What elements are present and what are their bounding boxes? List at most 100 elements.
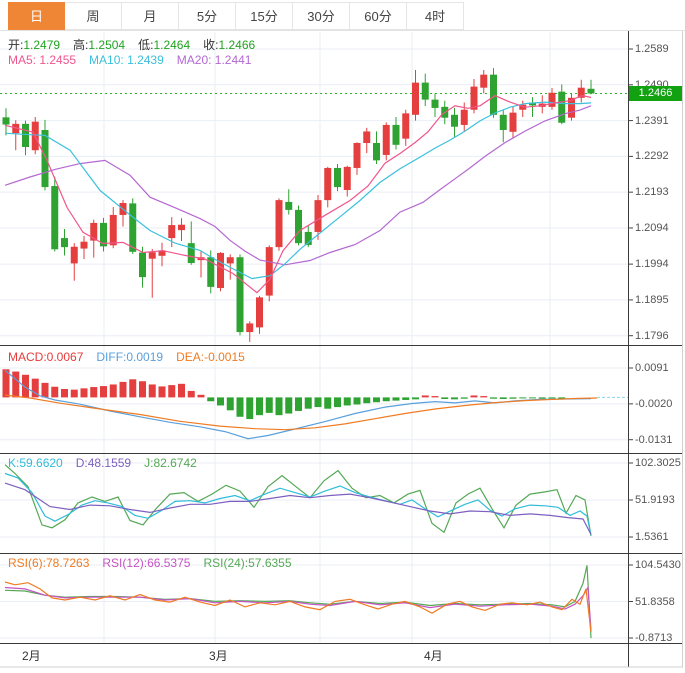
macd-bar [519,397,527,399]
tab-30分[interactable]: 30分 [293,2,350,30]
macd-bar [373,397,380,403]
candle-body [226,257,234,264]
candle-body [490,74,497,115]
macd-bar [295,397,302,411]
rsi12-line [4,585,592,631]
macd-bar [158,386,166,398]
x-axis-month-label: 3月 [209,649,228,663]
candle-body [451,114,458,127]
tab-周[interactable]: 周 [65,2,122,30]
chart-canvas[interactable] [0,0,685,673]
macd-header-segment: DIFF:0.0019 [96,350,164,364]
candle-body [246,323,254,333]
macd-header: MACD:0.0067 DIFF:0.0019 DEA:-0.0015 [8,350,245,364]
candle-body [509,112,517,132]
macd-bar [509,397,517,399]
macd-bar [236,397,244,417]
ohlc-segment: 低:1.2464 [138,38,191,52]
candle-body [431,99,439,108]
candle-body [187,243,195,264]
candle-body [61,238,68,248]
tab-4时[interactable]: 4时 [407,2,464,30]
price-axis-label: 1.1994 [635,258,669,271]
candle-body [558,91,566,123]
candle-body [460,109,468,125]
tab-日[interactable]: 日 [8,2,65,30]
candle-body [236,257,244,333]
price-axis-label: 1.2292 [635,150,669,163]
candle-body [275,200,283,248]
macd-bar [285,397,293,414]
candle-body [373,143,380,161]
rsi-header-segment: RSI(6):78.7263 [8,556,90,570]
ohlc-header: 开:1.2479 高:1.2504 低:1.2464 收:1.2466 [8,36,255,53]
macd-bar [168,385,176,398]
macd-bar [12,371,20,398]
candle-body [178,224,185,231]
x-axis-month-label: 2月 [22,649,41,663]
candle-body [412,82,419,115]
rsi-axis-label: 51.8358 [635,595,675,608]
candle-body [334,167,341,188]
macd-bar [334,397,341,408]
macd-axis-label: -0.0020 [635,397,673,410]
macd-bar [324,397,332,409]
macd-bar [460,397,468,399]
macd-bar [139,381,146,398]
candle-body [295,209,302,244]
timeframe-tabbar: 日周月 5分 15分 30分 60分 4时 [8,2,464,30]
candle-body [129,203,137,252]
macd-bar [226,397,234,411]
candle-body [256,297,263,328]
candle-body [51,186,59,250]
candle-body [587,88,595,94]
ohlc-segment: 高:1.2504 [73,38,126,52]
macd-bar [246,397,254,420]
macd-bar [470,395,478,398]
candle-body [324,167,332,201]
candle-body [363,131,371,143]
macd-bar [353,397,361,405]
price-axis-label: 1.2193 [635,186,669,199]
tab-月[interactable]: 月 [122,2,179,30]
tab-15分[interactable]: 15分 [236,2,293,30]
macd-bar [51,386,59,398]
candle-body [168,225,176,239]
candle-body [148,252,156,259]
candle-body [353,143,361,168]
tab-60分[interactable]: 60分 [350,2,407,30]
macd-bar [100,386,107,398]
candle-body [70,246,78,264]
candle-body [314,200,322,232]
candle-body [480,74,488,88]
price-axis-label: 1.1796 [635,329,669,342]
macd-bar [80,388,88,398]
macd-bar [178,383,185,398]
macd-bar [480,396,488,398]
price-axis-label: 1.2094 [635,221,669,234]
ma-header-segment: MA20: 1.2441 [176,53,252,67]
macd-bar [70,389,78,398]
kdj-header-segment: D:48.1559 [75,456,132,470]
macd-bar [392,397,400,401]
macd-bar [61,388,68,398]
macd-bar [431,396,439,398]
macd-bar [256,397,263,416]
macd-bar [451,397,458,400]
macd-header-segment: MACD:0.0067 [8,350,84,364]
macd-axis-label: 0.0091 [635,362,669,374]
macd-bar [275,397,283,416]
ma-header-segment: MA10: 1.2439 [89,53,164,67]
candle-body [392,124,400,145]
candle-body [402,113,410,139]
macd-bar [529,397,536,399]
tab-5分[interactable]: 5分 [179,2,236,30]
macd-axis-label: -0.0131 [635,433,673,446]
macd-header-segment: DEA:-0.0015 [176,350,245,364]
chart-window: 日周月 5分 15分 30分 60分 4时 1.2589 1.2490 1.2391 1.229… [0,0,685,673]
ma-header-segment: MA5: 1.2455 [8,53,77,67]
macd-bar [343,397,351,406]
kdj-header-segment: K:59.6620 [8,456,63,470]
macd-bar [490,397,497,399]
price-axis-label: 1.2391 [635,114,669,127]
